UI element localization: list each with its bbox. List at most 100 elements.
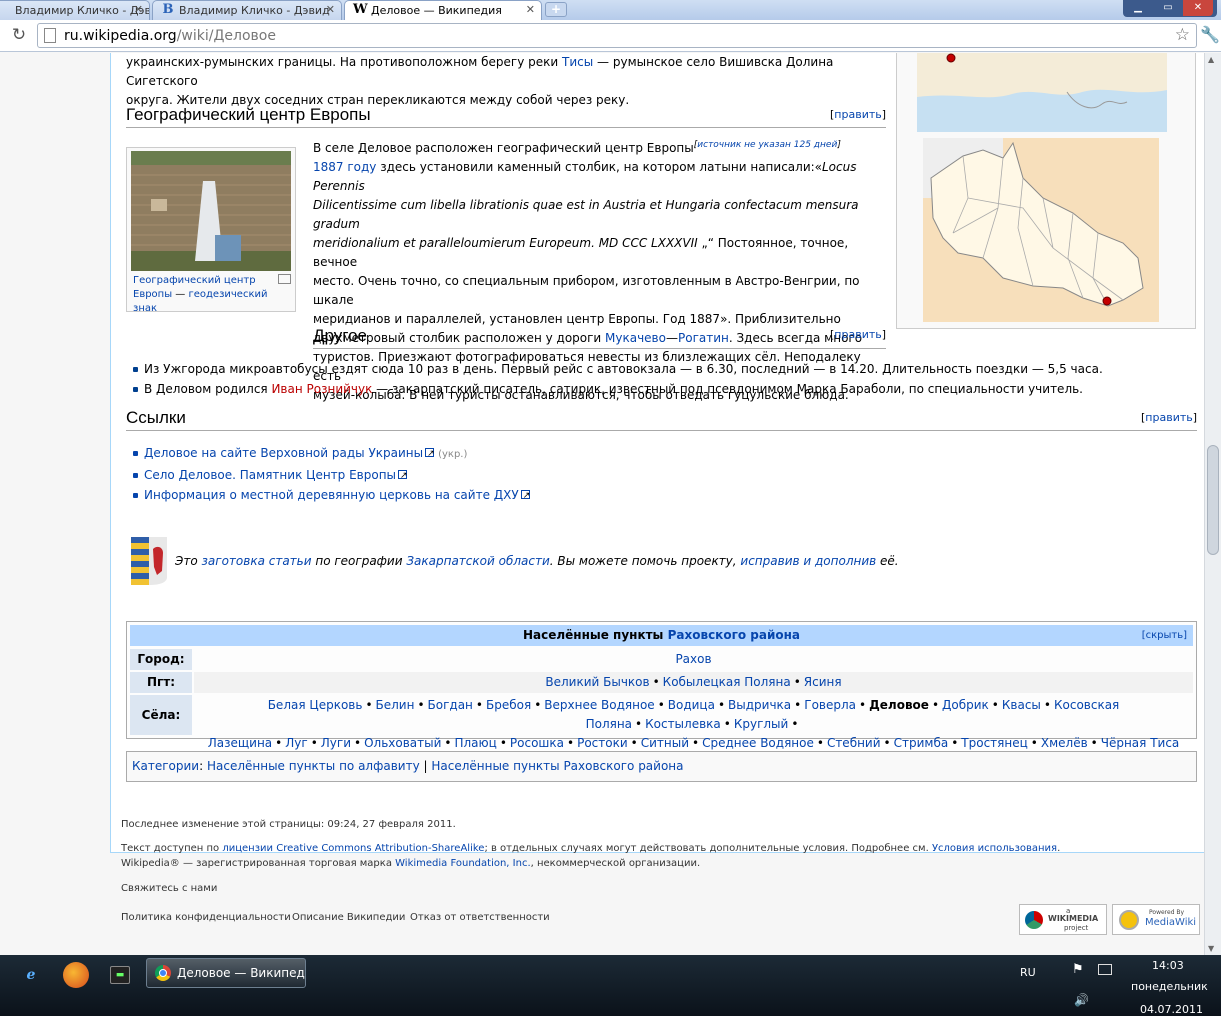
citation-needed-link[interactable]: источник не указан 125 дней <box>697 140 837 150</box>
navbox-link[interactable]: Тростянец <box>961 736 1028 750</box>
internet-explorer-icon[interactable]: e <box>18 962 44 988</box>
bullet-separator: • <box>310 736 318 750</box>
minimize-icon[interactable]: ▁ <box>1123 0 1153 16</box>
link-license[interactable]: лицензии Creative Commons Attribution-Sh… <box>222 843 484 854</box>
navbox-link[interactable]: Ростоки <box>577 736 628 750</box>
scroll-down-icon[interactable]: ▼ <box>1208 944 1214 953</box>
photo-monument[interactable] <box>131 151 291 271</box>
language-indicator[interactable]: RU <box>1020 966 1036 979</box>
categories-label-link[interactable]: Категории <box>132 759 199 773</box>
link-disclaimer[interactable]: Отказ от ответственности <box>410 910 550 925</box>
navbox-link[interactable]: Верхнее Водяное <box>544 698 654 712</box>
navbox-link[interactable]: Ситный <box>641 736 689 750</box>
navbox-link[interactable]: Ясиня <box>804 675 842 689</box>
vertical-scrollbar[interactable]: ▲ ▼ <box>1204 53 1221 955</box>
bullet-separator: • <box>475 698 483 712</box>
close-tab-icon[interactable]: ✕ <box>326 3 335 16</box>
link-rakhiv-district[interactable]: Раховского района <box>668 628 800 642</box>
navbox-link[interactable]: Росошка <box>510 736 564 750</box>
navbox-link[interactable]: Бребоя <box>486 698 531 712</box>
mediawiki-badge[interactable]: Powered By MediaWiki <box>1112 904 1200 935</box>
url-text[interactable]: ru.wikipedia.org/wiki/Деловое <box>64 28 276 44</box>
navbox-link[interactable]: Стримба <box>894 736 949 750</box>
close-tab-icon[interactable]: ✕ <box>526 3 535 16</box>
navbox-link[interactable]: Добрик <box>942 698 989 712</box>
terminal-icon[interactable]: ▬ <box>110 966 130 984</box>
category-link-rakhiv[interactable]: Населённые пункты Раховского района <box>431 759 683 773</box>
navbox-link[interactable]: Чёрная Тиса <box>1101 736 1180 750</box>
edit-link[interactable]: править <box>1145 411 1192 424</box>
clock-time[interactable]: 14:03 <box>1152 959 1184 972</box>
bookmark-star-icon[interactable]: ☆ <box>1175 25 1190 45</box>
bullet-separator: • <box>717 698 726 712</box>
network-icon[interactable] <box>1098 964 1112 975</box>
external-link-monument[interactable]: Село Деловое. Памятник Центр Европы <box>144 468 396 482</box>
stub-text-part: Это <box>175 554 202 568</box>
bullet-separator: • <box>816 736 824 750</box>
navbox-link[interactable]: Говерла <box>804 698 856 712</box>
tab-klitschko-1[interactable]: Владимир Кличко - Дэвид ✕ <box>0 0 150 20</box>
navbox-link[interactable]: Ольховатый <box>364 736 441 750</box>
close-tab-icon[interactable]: ✕ <box>134 3 143 16</box>
navbox-link[interactable]: Белая Церковь <box>268 698 363 712</box>
navbox-link[interactable]: Кобылецкая Поляна <box>663 675 791 689</box>
navbox-link[interactable]: Луги <box>321 736 351 750</box>
wikimedia-project-badge[interactable]: a WIKIMEDIA project <box>1019 904 1107 935</box>
link-contact[interactable]: Свяжитесь с нами <box>121 881 217 896</box>
navbox-link[interactable]: Среднее Водяное <box>702 736 814 750</box>
tab-title: Владимир Кличко - Дэвид <box>179 4 330 17</box>
tab-delovoe[interactable]: W Деловое — Википедия ✕ <box>344 0 542 20</box>
new-tab-button[interactable]: + <box>545 2 567 17</box>
navbox-link[interactable]: Квасы <box>1002 698 1041 712</box>
link-about[interactable]: Описание Википедии <box>292 910 405 925</box>
link-privacy[interactable]: Политика конфиденциальности <box>121 910 291 925</box>
maximize-icon[interactable]: ▭ <box>1153 0 1183 16</box>
category-link-alphabet[interactable]: Населённые пункты по алфавиту <box>207 759 420 773</box>
footer-text: . <box>1057 843 1061 854</box>
footer-last-modified: Последнее изменение этой страницы: 09:24… <box>121 819 456 830</box>
navbox-link[interactable]: Богдан <box>428 698 473 712</box>
external-link-church[interactable]: Информация о местной деревянную церковь … <box>144 488 519 502</box>
link-edit-article[interactable]: исправив и дополнив <box>740 554 876 568</box>
tab-klitschko-2[interactable]: В Владимир Кличко - Дэвид ✕ <box>152 0 342 20</box>
link-1887[interactable]: 1887 году <box>313 160 376 174</box>
firefox-icon[interactable] <box>63 962 89 988</box>
navbox-link[interactable]: Выдричка <box>728 698 791 712</box>
link-terms[interactable]: Условия использования <box>932 843 1057 854</box>
close-window-icon[interactable]: ✕ <box>1183 0 1213 16</box>
navbox-link[interactable]: Луг <box>285 736 307 750</box>
link-zakarpattia[interactable]: Закарпатской области <box>406 554 549 568</box>
navbox-link[interactable]: Костылевка <box>645 717 721 731</box>
link-tisa[interactable]: Тисы <box>562 55 593 69</box>
navbox-link[interactable]: Белин <box>376 698 415 712</box>
link-stub[interactable]: заготовка статьи <box>202 554 312 568</box>
redlink-roznijchuk[interactable]: Иван Рознийчук <box>271 382 372 396</box>
navbox-hide-link[interactable]: [скрыть] <box>1142 625 1187 646</box>
bullet-separator: • <box>354 736 362 750</box>
navbox-link[interactable]: Стебний <box>827 736 881 750</box>
edit-link[interactable]: править <box>834 328 881 341</box>
address-bar[interactable]: ru.wikipedia.org/wiki/Деловое ☆ <box>37 23 1197 48</box>
navbox-link[interactable]: Хмелёв <box>1041 736 1088 750</box>
taskbar-task-chrome[interactable]: Деловое — Википед... <box>146 958 306 988</box>
list-item: Деловое на сайте Верховной рады Украины (… <box>131 443 530 465</box>
navbox-link[interactable]: Круглый <box>734 717 789 731</box>
external-link-rada[interactable]: Деловое на сайте Верховной рады Украины <box>144 446 423 460</box>
caption-sep: — <box>172 289 189 300</box>
link-rakhiv[interactable]: Рахов <box>675 652 711 666</box>
reload-icon[interactable]: ↻ <box>9 25 29 45</box>
navbox-link[interactable]: Плаюц <box>454 736 496 750</box>
scroll-up-icon[interactable]: ▲ <box>1208 55 1214 64</box>
flag-icon[interactable]: ⚑ <box>1072 962 1084 977</box>
edit-link[interactable]: править <box>834 108 881 121</box>
map-ukraine <box>917 53 1167 132</box>
navbox-link[interactable]: Лазещина <box>208 736 272 750</box>
scrollbar-thumb[interactable] <box>1207 445 1219 555</box>
navbox-link[interactable]: Великий Бычков <box>545 675 649 689</box>
navbox-link[interactable]: Водица <box>668 698 715 712</box>
list-item: Из Ужгорода микроавтобусы ездят сюда 10 … <box>131 359 1103 379</box>
navbox-title: Населённые пункты <box>522 628 668 642</box>
link-wikimedia-foundation[interactable]: Wikimedia Foundation, Inc. <box>395 858 530 869</box>
wrench-menu-icon[interactable]: 🔧 <box>1200 25 1220 44</box>
volume-icon[interactable]: 🔊 <box>1074 993 1089 1007</box>
